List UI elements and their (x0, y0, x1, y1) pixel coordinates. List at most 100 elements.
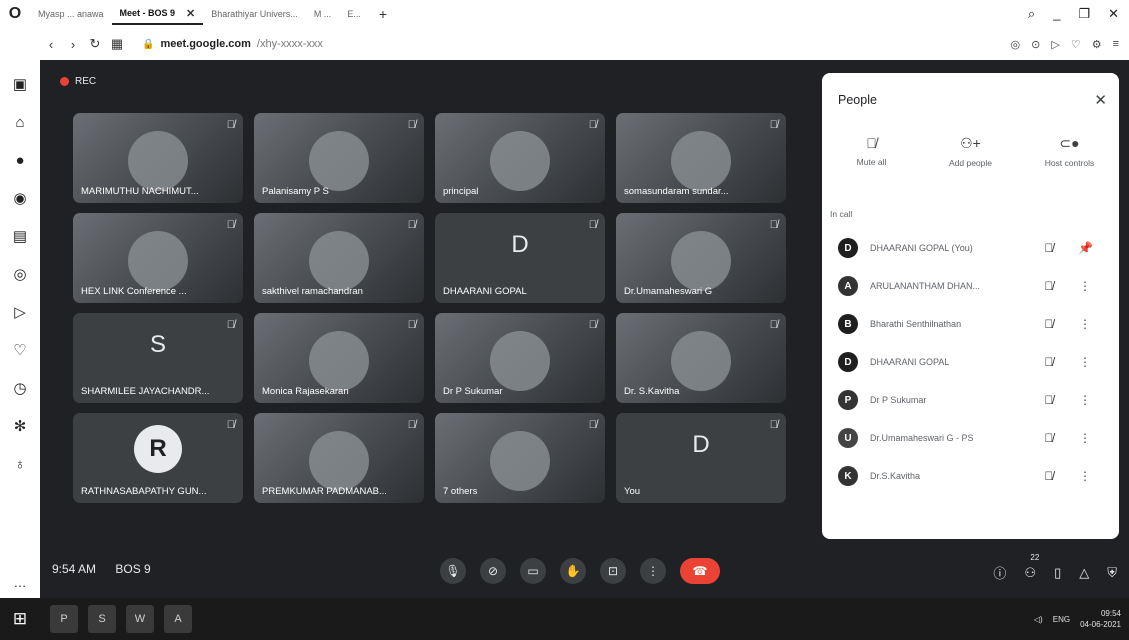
browser-logo-icon[interactable]: O (0, 0, 30, 28)
sidebar-favorites-icon[interactable]: ♡ (6, 336, 34, 364)
chat-icon[interactable]: ▯ (1054, 565, 1061, 581)
meeting-code: BOS 9 (115, 562, 151, 576)
participant-tile[interactable]: 🎙̸ somasundaram sundar... (616, 113, 786, 203)
participant-tile[interactable]: 🎙̸ MARIMUTHU NACHIMUT... (73, 113, 243, 203)
mic-off-icon[interactable]: 🎙̸ (1038, 355, 1060, 369)
participant-tile[interactable]: D 🎙̸ You (616, 413, 786, 503)
back-icon[interactable]: ‹ (40, 37, 62, 52)
more-options-icon[interactable]: ⋮ (1078, 469, 1092, 483)
reload-icon[interactable]: ↻ (84, 36, 106, 52)
browser-tab[interactable]: E... (339, 3, 369, 25)
extensions-icon[interactable]: ⚙ (1092, 38, 1102, 51)
pin-icon[interactable]: 📌 (1078, 241, 1093, 255)
sidebar-more-icon[interactable]: … (14, 575, 27, 590)
participant-avatar: U (838, 428, 858, 448)
sidebar-music-icon[interactable]: ◎ (6, 260, 34, 288)
people-icon[interactable]: ⚇ 22 (1024, 553, 1039, 581)
sidebar-home-icon[interactable]: ⌂ (6, 108, 34, 136)
read-aloud-icon[interactable]: ◎ (1011, 38, 1021, 51)
participant-row[interactable]: D DHAARANI GOPAL 🎙̸ ⋮ (822, 343, 1119, 381)
sidebar-history-icon[interactable]: ◷ (6, 374, 34, 402)
mute-all-label: Mute all (856, 157, 887, 167)
participant-row[interactable]: P Dr P Sukumar 🎙̸ ⋮ (822, 381, 1119, 419)
more-options-icon[interactable]: ⋮ (1078, 393, 1092, 407)
participant-tile[interactable]: R 🎙̸ RATHNASABAPATHY GUN... (73, 413, 243, 503)
add-people-button[interactable]: ⚇+ Add people (926, 135, 1016, 168)
info-icon[interactable]: ⓘ (993, 563, 1006, 582)
taskbar-app-icon[interactable]: S (88, 605, 116, 633)
mic-off-icon[interactable]: 🎙̸ (1038, 279, 1060, 293)
camera-off-icon[interactable]: ⊘ (480, 558, 506, 584)
close-window-icon[interactable]: ✕ (1108, 6, 1119, 22)
taskbar-app-icon[interactable]: A (164, 605, 192, 633)
participant-tile[interactable]: 🎙̸ principal (435, 113, 605, 203)
participant-tile[interactable]: 🎙̸ 7 others (435, 413, 605, 503)
camera-icon[interactable]: ⊙ (1031, 38, 1040, 51)
sidebar-meet-icon[interactable]: ▣ (6, 70, 34, 98)
present-screen-icon[interactable]: ⊡ (600, 558, 626, 584)
forward-icon[interactable]: › (62, 37, 84, 52)
play-icon[interactable]: ▷ (1051, 38, 1059, 51)
raise-hand-icon[interactable]: ✋ (560, 558, 586, 584)
participant-tile[interactable]: 🎙̸ Dr P Sukumar (435, 313, 605, 403)
more-options-icon[interactable]: ⋮ (1078, 355, 1092, 369)
participant-row[interactable]: A ARULANANTHAM DHAN... 🎙̸ ⋮ (822, 267, 1119, 305)
participant-tile[interactable]: 🎙̸ Monica Rajasekaran (254, 313, 424, 403)
browser-tab[interactable]: Myasp ... anawa (30, 3, 112, 25)
grid-icon[interactable]: ▦ (106, 36, 128, 52)
heart-icon[interactable]: ♡ (1071, 38, 1081, 51)
close-tab-icon[interactable]: ✕ (186, 7, 195, 20)
sidebar-settings-icon[interactable]: ✻ (6, 412, 34, 440)
menu-icon[interactable]: ≡ (1113, 38, 1119, 51)
more-options-icon[interactable]: ⋮ (1078, 317, 1092, 331)
participant-row[interactable]: D DHAARANI GOPAL (You) 🎙̸ 📌 (822, 229, 1119, 267)
participant-tile[interactable]: 🎙̸ Dr.Umamaheswari G (616, 213, 786, 303)
participant-row[interactable]: B Bharathi Senthilnathan 🎙̸ ⋮ (822, 305, 1119, 343)
participant-row[interactable]: K Dr.S.Kavitha 🎙̸ ⋮ (822, 457, 1119, 495)
taskbar-app-icon[interactable]: P (50, 605, 78, 633)
url-field[interactable]: 🔒 meet.google.com/xhy-xxxx-xxx (142, 38, 323, 50)
browser-tab[interactable]: Bharathiyar Univers... (203, 3, 306, 25)
mic-off-icon[interactable]: 🎙̸ (1038, 241, 1060, 255)
taskbar-clock[interactable]: 09:54 04-06-2021 (1080, 608, 1121, 630)
browser-tab[interactable]: Meet - BOS 9 ✕ (111, 3, 204, 25)
participant-tile[interactable]: 🎙̸ sakthivel ramachandran (254, 213, 424, 303)
mic-off-icon[interactable]: 🎙̸ (1038, 469, 1060, 483)
participant-tile[interactable]: 🎙̸ HEX LINK Conference ... (73, 213, 243, 303)
more-options-icon[interactable]: ⋮ (1078, 431, 1092, 445)
mute-all-button[interactable]: 🎙̸ Mute all (827, 135, 917, 168)
participant-tile[interactable]: 🎙̸ Palanisamy P S (254, 113, 424, 203)
host-controls-icon[interactable]: ⛨ (1107, 565, 1117, 581)
mic-off-icon: 🎙̸ (588, 319, 597, 331)
taskbar-app-icon[interactable]: W (126, 605, 154, 633)
sidebar-messenger-icon[interactable]: ● (6, 146, 34, 174)
sidebar-location-icon[interactable]: ♁ (6, 450, 34, 478)
search-tabs-icon[interactable]: ⌕ (1028, 6, 1035, 22)
mic-off-icon[interactable]: 🎙̸ (1038, 393, 1060, 407)
participant-tile[interactable]: 🎙̸ PREMKUMAR PADMANAB... (254, 413, 424, 503)
mic-off-icon[interactable]: 🎙̸ (1038, 317, 1060, 331)
close-panel-icon[interactable]: ✕ (1094, 91, 1107, 109)
sidebar-whatsapp-icon[interactable]: ◉ (6, 184, 34, 212)
browser-tab[interactable]: M ... (306, 3, 340, 25)
host-controls-button[interactable]: ⊂● Host controls (1025, 135, 1115, 168)
participant-row[interactable]: U Dr.Umamaheswari G - PS 🎙̸ ⋮ (822, 419, 1119, 457)
restore-icon[interactable]: ❐ (1078, 6, 1090, 22)
captions-icon[interactable]: ▭ (520, 558, 546, 584)
language-icon[interactable]: ENG (1053, 615, 1070, 624)
microphone-icon[interactable]: 🎙 (440, 558, 466, 584)
end-call-button[interactable]: ☎ (680, 558, 720, 584)
more-options-icon[interactable]: ⋮ (1078, 279, 1092, 293)
participant-tile[interactable]: S 🎙̸ SHARMILEE JAYACHANDR... (73, 313, 243, 403)
participant-tile[interactable]: D 🎙̸ DHAARANI GOPAL (435, 213, 605, 303)
new-tab-icon[interactable]: + (369, 6, 397, 22)
sidebar-instagram-icon[interactable]: ▤ (6, 222, 34, 250)
sidebar-player-icon[interactable]: ▷ (6, 298, 34, 326)
minimize-icon[interactable]: _ (1053, 6, 1060, 22)
participant-tile[interactable]: 🎙̸ Dr. S.Kavitha (616, 313, 786, 403)
more-options-icon[interactable]: ⋮ (640, 558, 666, 584)
mic-off-icon[interactable]: 🎙̸ (1038, 431, 1060, 445)
volume-icon[interactable]: ◁) (1034, 615, 1043, 624)
windows-start-icon[interactable]: ⊞ (0, 598, 40, 640)
activities-icon[interactable]: △ (1079, 565, 1089, 581)
